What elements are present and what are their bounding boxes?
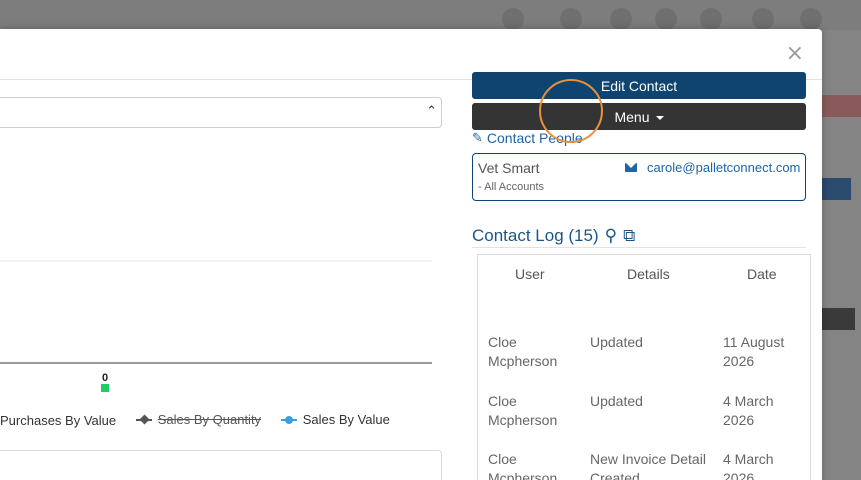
background-topbar [0, 0, 861, 30]
edit-icon: ✎ [472, 130, 483, 146]
background-icon [700, 8, 722, 30]
legend-item-sales-by-quantity[interactable]: Sales By Quantity [135, 412, 261, 427]
chart-legend: Purchases By Value Sales By Quantity Sal… [0, 412, 406, 428]
background-icon [655, 8, 677, 30]
search-icon[interactable]: ⚲ [605, 226, 617, 246]
contact-log-title: Contact Log (15) ⚲ ⧉ [472, 226, 636, 246]
contact-name: Vet Smart [478, 160, 540, 176]
contact-log-table: User Details Date Cloe Mcpherson Updated… [477, 254, 811, 480]
click-indicator [539, 79, 603, 143]
contact-card: Vet Smart - All Accounts carole@palletco… [472, 153, 806, 201]
legend-item-sales-by-value[interactable]: Sales By Value [280, 412, 390, 427]
sales-chart: 0 2026-07-21 [0, 260, 432, 392]
background-alert [821, 95, 861, 117]
background-button [821, 178, 851, 200]
data-label: 0 [102, 372, 108, 384]
log-details: Updated [590, 334, 643, 350]
log-date: 11 August 2026 [723, 334, 785, 369]
log-details: Updated [590, 393, 643, 409]
chart-period-select[interactable]: ⌃ [0, 97, 442, 128]
log-date: 4 March 2026 [723, 393, 774, 428]
edit-contact-button[interactable]: Edit Contact [472, 72, 806, 99]
log-user: Cloe Mcpherson [488, 451, 558, 480]
background-icon [800, 8, 822, 30]
log-user: Cloe Mcpherson [488, 334, 558, 369]
caret-down-icon [655, 115, 664, 120]
background-icon [502, 8, 524, 30]
background-icon [752, 8, 774, 30]
contact-email-link[interactable]: carole@palletconnect.com [625, 160, 801, 175]
lower-panel [0, 450, 442, 480]
background-button [821, 308, 855, 330]
close-button[interactable]: × [786, 41, 804, 66]
legend-marker-icon [280, 415, 297, 425]
column-header-date: Date [747, 266, 777, 282]
contact-accounts: - All Accounts [478, 181, 545, 193]
data-point-purchases [101, 384, 109, 392]
background-icon [560, 8, 582, 30]
column-header-user: User [515, 266, 545, 282]
divider [472, 247, 806, 248]
log-details: New Invoice Detail Created [590, 451, 706, 480]
chevron-down-icon: ⌃ [426, 104, 437, 119]
log-date: 4 March 2026 [723, 451, 774, 480]
background-icon [610, 8, 632, 30]
external-link-icon[interactable]: ⧉ [623, 226, 635, 246]
menu-button[interactable]: Menu [472, 103, 806, 130]
envelope-icon [625, 163, 637, 172]
column-header-details: Details [627, 266, 670, 282]
legend-marker-icon [135, 414, 152, 425]
log-user: Cloe Mcpherson [488, 393, 558, 428]
legend-item-purchases-by-value[interactable]: Purchases By Value [0, 413, 116, 428]
